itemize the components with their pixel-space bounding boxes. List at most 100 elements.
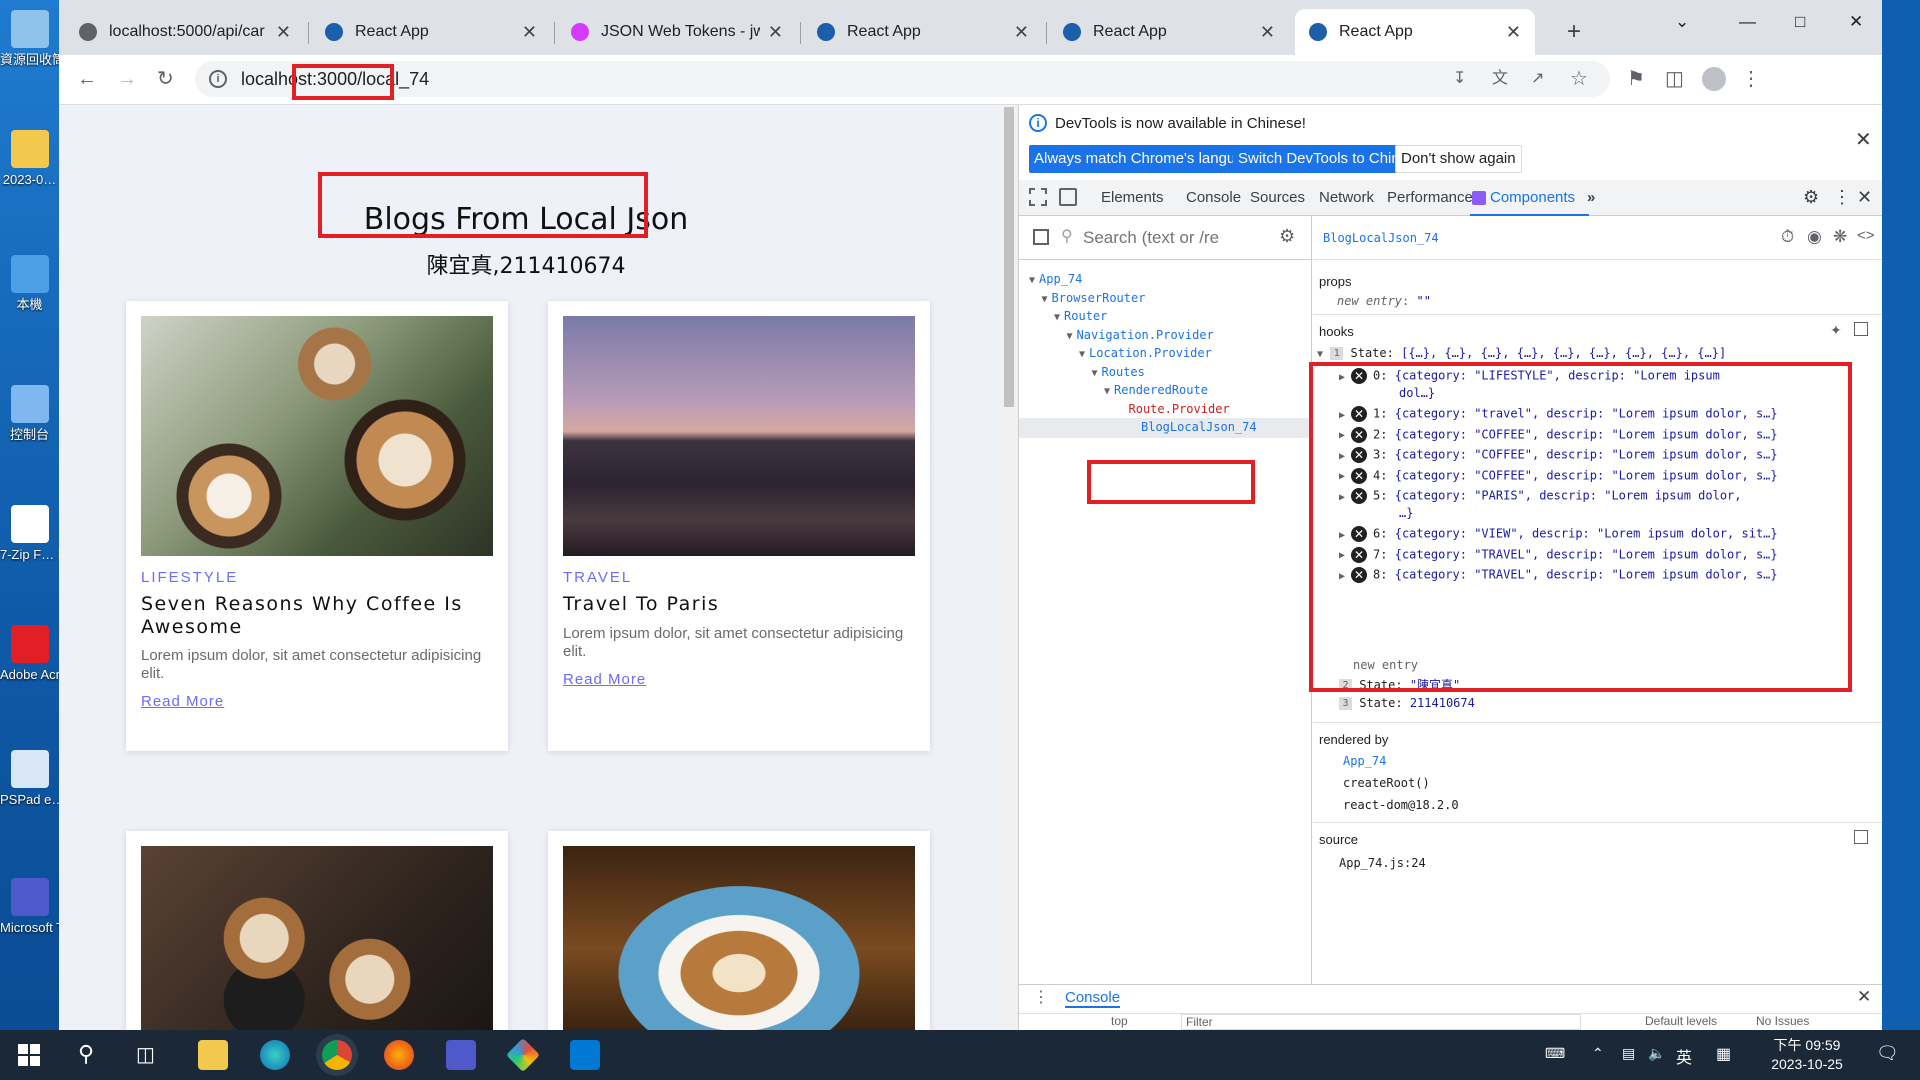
drawer-tab-console[interactable]: Console <box>1065 989 1121 1008</box>
page-scrollbar[interactable] <box>1000 105 1018 1030</box>
ime-mode-icon[interactable]: ▦ <box>1716 1044 1731 1064</box>
console-levels-select[interactable]: Default levels <box>1645 1014 1717 1028</box>
task-view-icon[interactable]: ◫ <box>136 1042 155 1067</box>
state-1-row[interactable]: ▼ 1 State: [{…}, {…}, {…}, {…}, {…}, {…}… <box>1317 346 1726 360</box>
clock-date[interactable]: 2023-10-25 <box>1762 1056 1852 1072</box>
close-tab-icon[interactable]: ✕ <box>1506 22 1521 43</box>
tab-performance[interactable]: Performance <box>1387 180 1473 216</box>
install-icon[interactable]: ↧ <box>1453 68 1466 90</box>
reload-icon[interactable]: ↻ <box>157 68 174 90</box>
tree-node[interactable]: ▼ Router <box>1054 309 1107 323</box>
inspect-element-icon[interactable] <box>1029 188 1047 206</box>
source-location[interactable]: App_74.js:24 <box>1339 856 1426 870</box>
browser-tab[interactable]: React App ✕ <box>1049 9 1289 55</box>
close-icon[interactable]: ✕ <box>1855 127 1872 152</box>
close-tab-icon[interactable]: ✕ <box>276 22 291 43</box>
close-window-icon[interactable]: ✕ <box>1849 12 1863 32</box>
close-tab-icon[interactable]: ✕ <box>522 22 537 43</box>
tree-node[interactable]: ▼ BrowserRouter <box>1042 291 1146 305</box>
parse-hook-names-icon[interactable]: ✦ <box>1830 322 1842 339</box>
desktop-icon[interactable]: Microsoft Teams <box>0 878 59 935</box>
desktop-icon[interactable]: 2023-0… <box>0 130 59 187</box>
more-tabs-icon[interactable]: » <box>1587 180 1595 216</box>
side-panel-icon[interactable]: ◫ <box>1665 68 1684 90</box>
maximize-icon[interactable]: □ <box>1795 12 1805 32</box>
tree-node[interactable]: ▼ App_74 <box>1029 272 1082 286</box>
network-icon[interactable]: ▤ <box>1622 1045 1635 1062</box>
tab-console[interactable]: Console <box>1186 180 1241 216</box>
tree-settings-gear-icon[interactable]: ⚙ <box>1279 226 1295 247</box>
tree-node[interactable]: ▼ Routes <box>1092 365 1145 379</box>
rendered-by-app[interactable]: App_74 <box>1343 754 1386 768</box>
keyboard-icon[interactable]: ⌨ <box>1545 1045 1565 1062</box>
back-icon[interactable]: ← <box>77 68 97 90</box>
scrollbar-thumb[interactable] <box>1004 107 1014 407</box>
device-toolbar-icon[interactable] <box>1059 188 1077 206</box>
sourcetree-icon[interactable] <box>506 1038 540 1072</box>
view-source-icon[interactable]: <> <box>1857 227 1875 244</box>
volume-icon[interactable]: 🔈 <box>1648 1045 1665 1062</box>
close-tab-icon[interactable]: ✕ <box>768 22 783 43</box>
teams-icon[interactable] <box>446 1040 476 1070</box>
desktop-icon[interactable]: PSPad e… <box>0 750 59 807</box>
share-icon[interactable]: ↗ <box>1531 68 1544 90</box>
console-context-select[interactable]: top <box>1111 1014 1128 1028</box>
edge-icon[interactable] <box>260 1040 290 1070</box>
devtools-menu-icon[interactable]: ⋮ <box>1833 187 1851 208</box>
expand-arrow-icon[interactable]: ▼ <box>1104 386 1110 397</box>
browser-tab[interactable]: JSON Web Tokens - jwt ✕ <box>557 9 797 55</box>
bug-icon[interactable]: ❋ <box>1833 227 1847 247</box>
drawer-menu-icon[interactable]: ⋮ <box>1033 987 1049 1007</box>
browser-tab[interactable]: React App ✕ <box>1295 9 1535 55</box>
tab-elements[interactable]: Elements <box>1101 180 1164 216</box>
close-tab-icon[interactable]: ✕ <box>1014 22 1029 43</box>
translate-icon[interactable]: 文 <box>1492 68 1508 90</box>
tree-node[interactable]: BlogLocalJson_74 <box>1141 420 1257 434</box>
stopwatch-icon[interactable]: ⏱ <box>1781 227 1794 247</box>
desktop-icon[interactable]: 控制台 <box>0 385 59 442</box>
console-issues[interactable]: No Issues <box>1756 1014 1809 1028</box>
file-explorer-icon[interactable] <box>198 1040 228 1070</box>
forward-icon[interactable]: → <box>117 68 137 90</box>
browser-tab[interactable]: React App ✕ <box>311 9 551 55</box>
tray-chevron-icon[interactable]: ⌃ <box>1592 1045 1604 1062</box>
expand-arrow-icon[interactable]: ▼ <box>1067 331 1073 342</box>
tree-node[interactable]: ▼ Navigation.Provider <box>1067 328 1214 342</box>
desktop-icon[interactable]: 本機 <box>0 255 59 312</box>
expand-arrow-icon[interactable]: ▼ <box>1079 349 1085 360</box>
ime-indicator[interactable]: 英 <box>1676 1044 1692 1068</box>
vscode-icon[interactable] <box>570 1040 600 1070</box>
browser-tab[interactable]: localhost:5000/api/car ✕ <box>65 9 305 55</box>
copy-source-icon[interactable] <box>1854 830 1868 844</box>
tab-components[interactable]: Components <box>1470 180 1590 216</box>
start-windows-icon[interactable] <box>18 1044 40 1066</box>
notification-icon[interactable]: 🗨 <box>1876 1043 1899 1064</box>
tab-search-icon[interactable]: ⌄ <box>1675 12 1689 32</box>
close-tab-icon[interactable]: ✕ <box>1260 22 1275 43</box>
expand-arrow-icon[interactable]: ▼ <box>1042 294 1048 305</box>
chrome-icon[interactable] <box>322 1040 352 1070</box>
address-bar[interactable]: i localhost:3000/local_74 ☆ ↗ 文 ↧ <box>195 61 1610 97</box>
state-3-row[interactable]: 3 State: 211410674 <box>1339 696 1475 710</box>
firefox-icon[interactable] <box>384 1040 414 1070</box>
props-new-entry[interactable]: new entry: "" <box>1337 294 1431 308</box>
desktop-icon[interactable]: 資源回收筒 <box>0 10 59 67</box>
desktop-icon[interactable]: Adobe Acroba… <box>0 625 59 682</box>
read-more-link[interactable]: Read More <box>563 671 646 688</box>
read-more-link[interactable]: Read More <box>141 693 224 710</box>
browser-tab[interactable]: React App ✕ <box>803 9 1043 55</box>
settings-gear-icon[interactable]: ⚙ <box>1803 187 1819 208</box>
console-filter-input[interactable]: Filter <box>1181 1014 1581 1030</box>
eye-icon[interactable]: ◉ <box>1807 227 1822 247</box>
desktop-icon[interactable]: 7-Zip F… Manag… <box>0 505 59 562</box>
profile-avatar[interactable] <box>1702 67 1726 91</box>
tree-node[interactable]: Route.Provider <box>1129 402 1230 416</box>
copy-icon[interactable] <box>1854 322 1868 336</box>
minimize-icon[interactable]: — <box>1739 12 1756 32</box>
chrome-menu-icon[interactable]: ⋮ <box>1741 68 1761 90</box>
always-match-language-button[interactable]: Always match Chrome's language <box>1029 145 1266 173</box>
clock-time[interactable]: 下午 09:59 <box>1762 1035 1852 1055</box>
tree-node[interactable]: ▼ RenderedRoute <box>1104 383 1208 397</box>
tab-sources[interactable]: Sources <box>1250 180 1305 216</box>
tab-network[interactable]: Network <box>1319 180 1374 216</box>
